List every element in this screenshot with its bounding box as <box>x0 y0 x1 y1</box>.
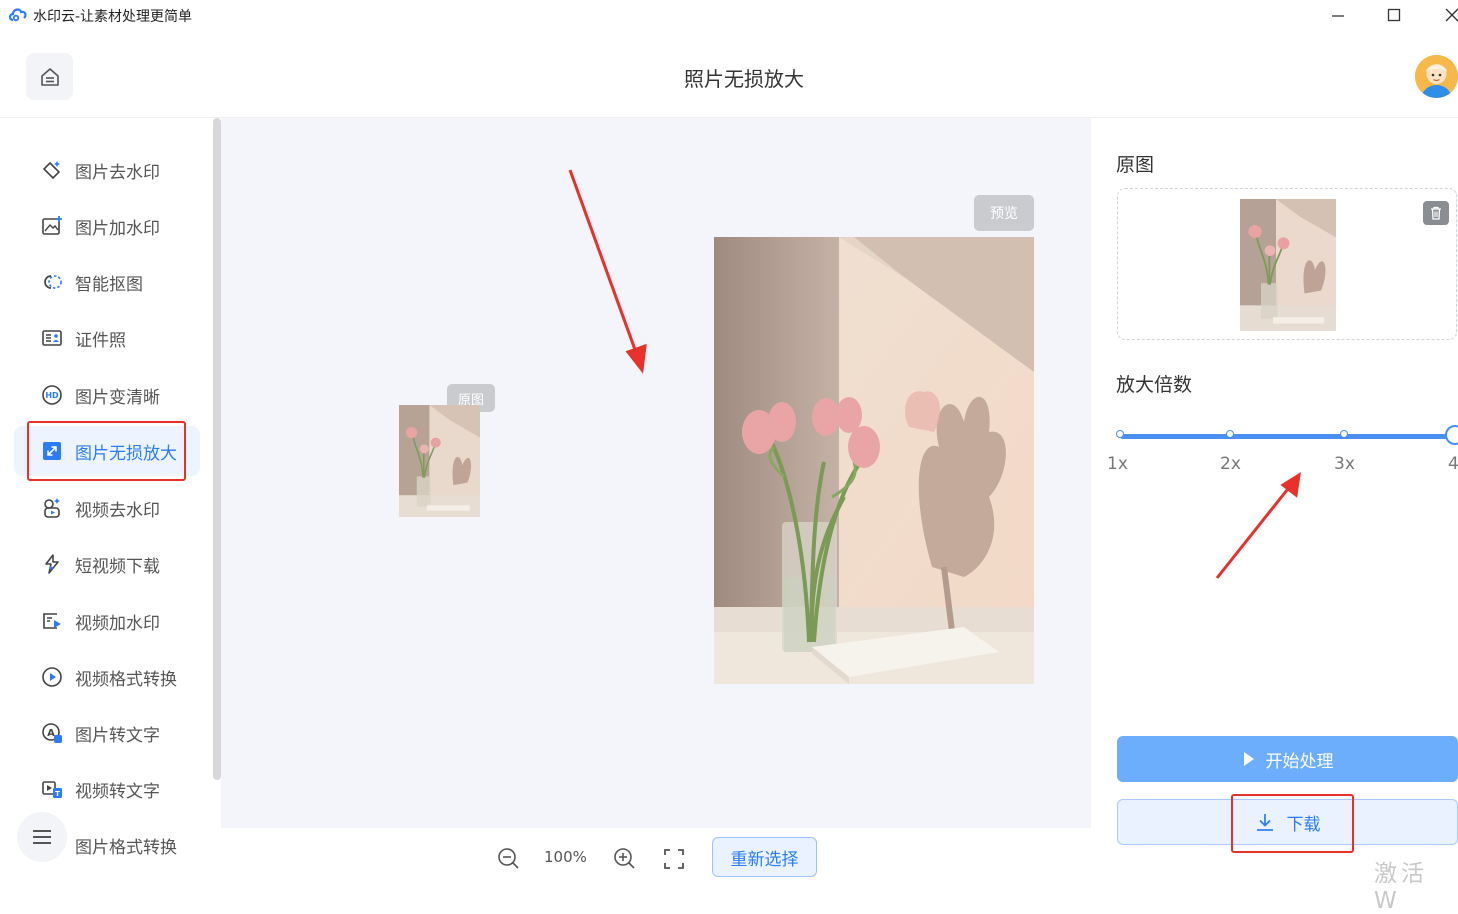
scale-section-title: 放大倍数 <box>1116 374 1193 396</box>
collapse-menu-button[interactable] <box>17 812 67 862</box>
sidebar-item-label: 图片去水印 <box>75 162 160 183</box>
sidebar-item-label: 视频去水印 <box>75 500 160 521</box>
maximize-button[interactable] <box>1374 2 1414 28</box>
scale-tick-label: 2x <box>1220 454 1241 474</box>
page-header: 照片无损放大 <box>0 30 1458 118</box>
annotation-highlight-frame <box>27 421 186 481</box>
cutout-icon <box>40 270 64 294</box>
menu-icon <box>33 830 51 844</box>
hd-icon: HD <box>40 383 64 407</box>
sidebar-item-video-add-watermark[interactable]: 视频加水印 <box>14 596 200 646</box>
maximize-icon <box>1387 8 1401 22</box>
video-to-text-icon: T <box>40 777 64 801</box>
sidebar-item-image-sharpen[interactable]: HD 图片变清晰 <box>14 370 200 420</box>
svg-text:A: A <box>47 728 55 739</box>
original-image-box[interactable] <box>1117 188 1457 340</box>
sidebar-item-label: 视频转文字 <box>75 781 160 802</box>
original-section-title: 原图 <box>1116 154 1155 176</box>
sidebar-item-id-photo[interactable]: 证件照 <box>14 313 200 363</box>
sidebar-item-label: 证件照 <box>75 330 126 351</box>
scale-slider-track[interactable] <box>1120 434 1456 439</box>
sidebar-item-video-remove-watermark[interactable]: 视频去水印 <box>14 483 200 533</box>
original-thumbnail-image <box>399 405 480 517</box>
sidebar-item-label: 短视频下载 <box>75 556 160 577</box>
avatar-icon <box>1415 55 1458 98</box>
scale-slider-stop <box>1116 430 1124 438</box>
settings-panel: 原图 放大倍数 1x 2x 3x 4 开始处理 下载 激活 W <box>1091 118 1458 914</box>
sidebar-item-label: 智能抠图 <box>75 274 143 295</box>
trash-icon <box>1431 206 1441 220</box>
sidebar-item-label: 图片加水印 <box>75 218 160 239</box>
scale-tick-label: 1x <box>1107 454 1128 474</box>
zoom-in-button[interactable] <box>613 847 635 873</box>
scale-slider-handle[interactable] <box>1445 425 1458 445</box>
video-add-watermark-icon <box>40 609 64 633</box>
app-title: 水印云-让素材处理更简单 <box>33 9 193 25</box>
app-logo-icon <box>8 8 27 22</box>
page-title: 照片无损放大 <box>684 67 804 91</box>
sidebar-item-video-to-text[interactable]: T 视频转文字 <box>14 764 200 814</box>
sidebar-scrollbar[interactable] <box>213 118 221 780</box>
svg-text:HD: HD <box>45 391 59 400</box>
preview-tag: 预览 <box>974 195 1034 231</box>
sidebar-item-label: 图片变清晰 <box>75 387 160 408</box>
preview-canvas: 原图 预览 <box>221 118 1091 828</box>
svg-text:T: T <box>55 790 60 798</box>
fit-screen-button[interactable] <box>663 848 685 874</box>
scale-slider-stop <box>1340 430 1348 438</box>
close-button[interactable] <box>1432 2 1458 28</box>
zoom-in-icon <box>614 848 635 869</box>
original-image <box>1240 199 1336 331</box>
start-processing-label: 开始处理 <box>1265 751 1334 772</box>
short-video-download-icon <box>40 552 64 576</box>
sidebar-item-image-to-text[interactable]: A 图片转文字 <box>14 708 200 758</box>
scale-tick-label: 3x <box>1334 454 1355 474</box>
delete-image-button[interactable] <box>1423 201 1449 225</box>
video-convert-icon <box>40 665 64 689</box>
id-card-icon <box>40 326 64 350</box>
sidebar-item-label: 图片转文字 <box>75 725 160 746</box>
window-titlebar: 水印云-让素材处理更简单 <box>0 0 1458 30</box>
minimize-icon <box>1332 15 1344 17</box>
zoom-out-icon <box>498 848 519 869</box>
eraser-icon <box>40 158 64 182</box>
play-icon <box>1243 752 1254 766</box>
sidebar-item-image-add-watermark[interactable]: 图片加水印 <box>14 201 200 251</box>
reselect-button[interactable]: 重新选择 <box>712 837 817 877</box>
minimize-button[interactable] <box>1318 2 1358 28</box>
sidebar-item-image-remove-watermark[interactable]: 图片去水印 <box>14 145 200 195</box>
fullscreen-icon <box>664 849 684 869</box>
activation-watermark: 激活 W <box>1374 861 1428 914</box>
scale-tick-label: 4 <box>1448 454 1458 474</box>
scale-slider-stop <box>1226 430 1234 438</box>
video-remove-watermark-icon <box>40 496 64 520</box>
sidebar-item-short-video-download[interactable]: 短视频下载 <box>14 539 200 589</box>
sidebar-item-video-format-convert[interactable]: 视频格式转换 <box>14 652 200 702</box>
start-processing-button[interactable]: 开始处理 <box>1117 736 1458 782</box>
sidebar-item-label: 图片格式转换 <box>75 837 177 858</box>
user-avatar[interactable] <box>1415 55 1458 98</box>
close-icon <box>1445 8 1458 22</box>
annotation-highlight-frame <box>1231 794 1354 853</box>
zoom-level: 100% <box>544 848 587 866</box>
image-add-watermark-icon <box>40 214 64 238</box>
sidebar-item-label: 视频格式转换 <box>75 669 177 690</box>
canvas-toolbar: 100% 重新选择 <box>221 828 1091 877</box>
sidebar-item-smart-cutout[interactable]: 智能抠图 <box>14 257 200 307</box>
enlarged-preview-image <box>714 237 1034 684</box>
image-to-text-icon: A <box>40 721 64 745</box>
zoom-out-button[interactable] <box>497 847 519 873</box>
sidebar-item-label: 视频加水印 <box>75 613 160 634</box>
